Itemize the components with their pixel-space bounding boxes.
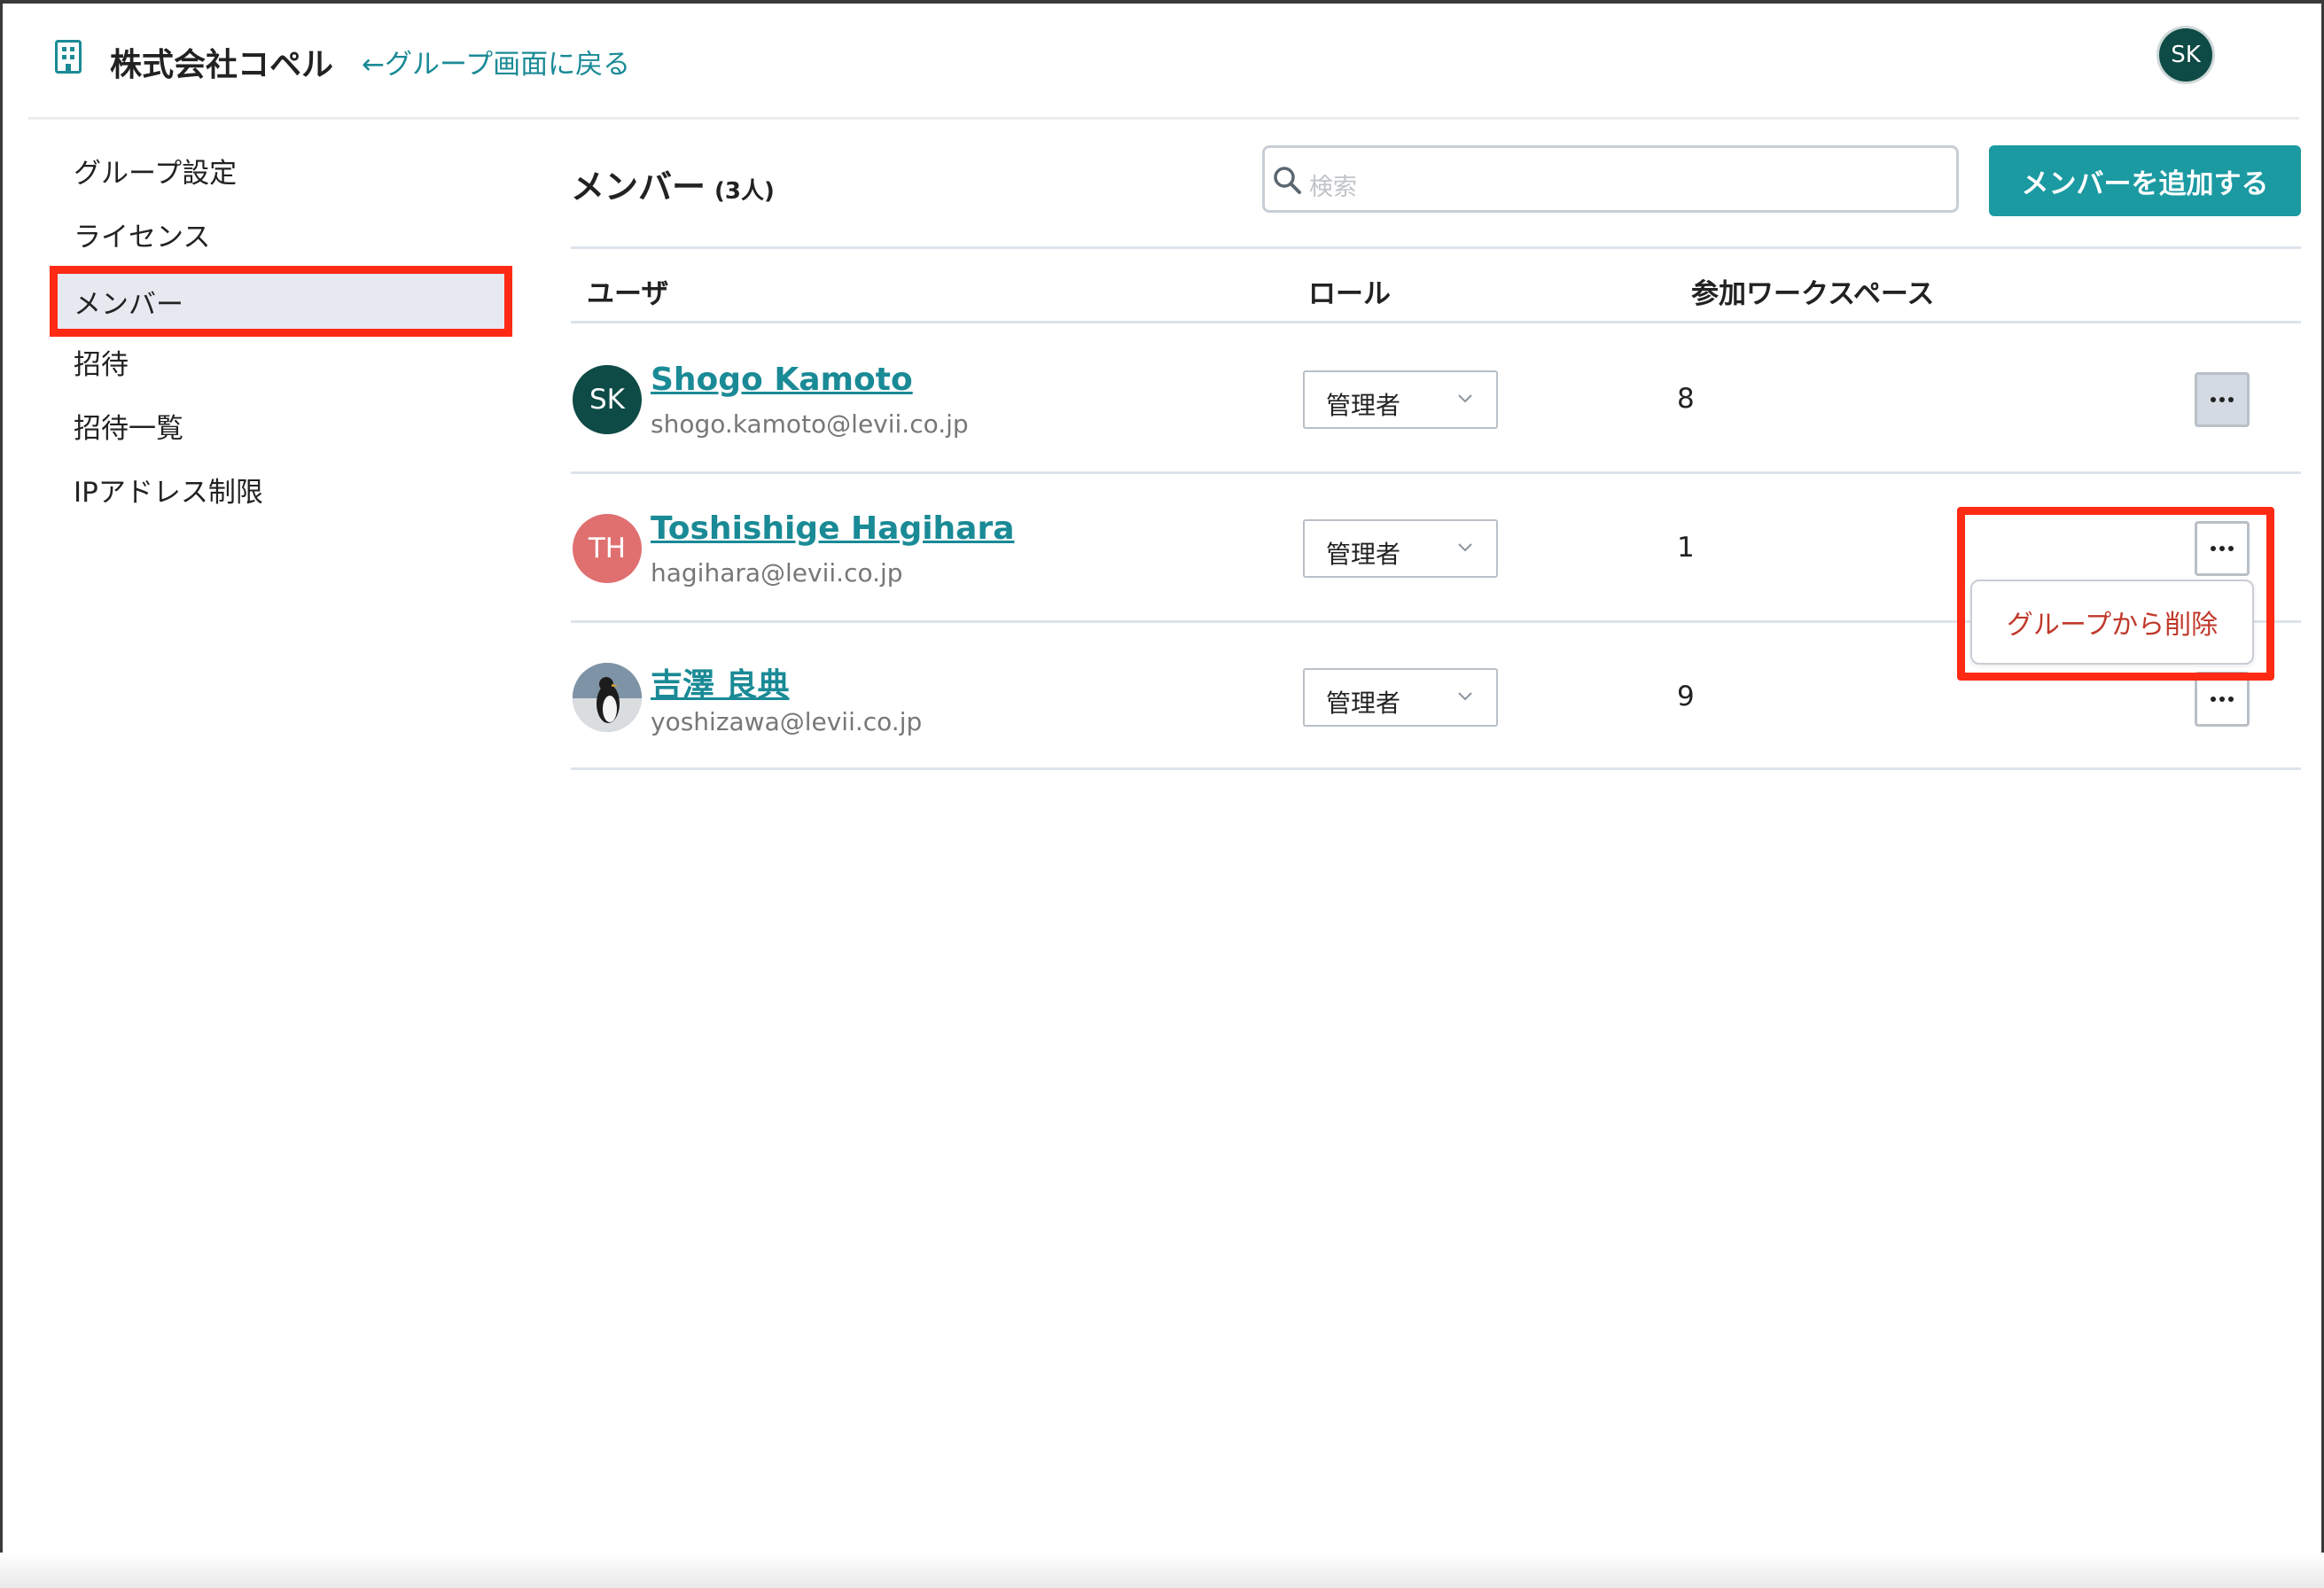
user-name-link[interactable]: 吉澤 良典 bbox=[651, 659, 790, 705]
table-top-border bbox=[571, 246, 2301, 249]
user-email: yoshizawa@levii.co.jp bbox=[651, 707, 923, 736]
row-divider bbox=[571, 471, 2301, 474]
page-title-text: メンバー bbox=[571, 167, 706, 206]
avatar: TH bbox=[573, 514, 642, 583]
role-value: 管理者 bbox=[1326, 391, 1401, 420]
chevron-down-icon bbox=[1458, 394, 1472, 403]
sidebar-item-ip-restriction[interactable]: IPアドレス制限 bbox=[50, 461, 512, 518]
building-icon bbox=[55, 40, 82, 74]
role-select[interactable]: 管理者 bbox=[1303, 370, 1498, 429]
role-select[interactable]: 管理者 bbox=[1303, 668, 1498, 727]
ellipsis-icon bbox=[2211, 397, 2234, 402]
workspace-count: 1 bbox=[1677, 532, 1695, 564]
table-header-border bbox=[571, 321, 2301, 323]
sidebar-item-group-settings[interactable]: グループ設定 bbox=[50, 142, 512, 198]
search-icon bbox=[1274, 167, 1301, 194]
column-header-workspaces: 参加ワークスペース bbox=[1691, 278, 1935, 310]
role-value: 管理者 bbox=[1326, 540, 1401, 569]
column-header-role: ロール bbox=[1308, 278, 1391, 310]
user-email: shogo.kamoto@levii.co.jp bbox=[651, 409, 969, 439]
user-name-link[interactable]: Shogo Kamoto bbox=[651, 362, 913, 398]
back-to-group-link[interactable]: ←グループ画面に戻る bbox=[362, 42, 630, 82]
window-left-border bbox=[0, 0, 3, 1588]
avatar-photo bbox=[573, 663, 642, 732]
user-name-link[interactable]: Toshishige Hagihara bbox=[651, 510, 1015, 547]
role-value: 管理者 bbox=[1326, 689, 1401, 718]
penguin-photo bbox=[573, 663, 642, 732]
workspace-count: 8 bbox=[1677, 383, 1695, 415]
window-bottom-shadow bbox=[0, 1553, 2324, 1588]
table-bottom-border bbox=[571, 767, 2301, 770]
ellipsis-icon bbox=[2211, 697, 2234, 702]
remove-from-group-menu-item[interactable]: グループから削除 bbox=[2007, 603, 2218, 642]
row-context-menu: グループから削除 bbox=[1970, 580, 2254, 665]
member-count: (3人) bbox=[714, 178, 775, 205]
account-avatar[interactable]: SK bbox=[2159, 28, 2212, 82]
sidebar-item-invite-list[interactable]: 招待一覧 bbox=[50, 397, 512, 454]
role-select[interactable]: 管理者 bbox=[1303, 519, 1498, 578]
sidebar-item-invite[interactable]: 招待 bbox=[50, 333, 512, 390]
sidebar-item-members[interactable]: メンバー bbox=[50, 266, 512, 337]
chevron-down-icon bbox=[1458, 692, 1472, 701]
chevron-down-icon bbox=[1458, 543, 1472, 552]
column-header-user: ユーザ bbox=[587, 278, 669, 310]
avatar: SK bbox=[573, 365, 642, 434]
sidebar-item-license[interactable]: ライセンス bbox=[50, 206, 512, 262]
more-actions-button[interactable] bbox=[2195, 372, 2250, 427]
company-name: 株式会社コペル bbox=[110, 47, 334, 83]
page-title: メンバー (3人) bbox=[571, 160, 775, 208]
user-email: hagihara@levii.co.jp bbox=[651, 558, 903, 588]
search-placeholder: 検索 bbox=[1309, 174, 1357, 201]
search-input[interactable]: 検索 bbox=[1262, 145, 1959, 213]
workspace-count: 9 bbox=[1677, 681, 1695, 712]
add-member-button[interactable]: メンバーを追加する bbox=[1989, 145, 2301, 216]
